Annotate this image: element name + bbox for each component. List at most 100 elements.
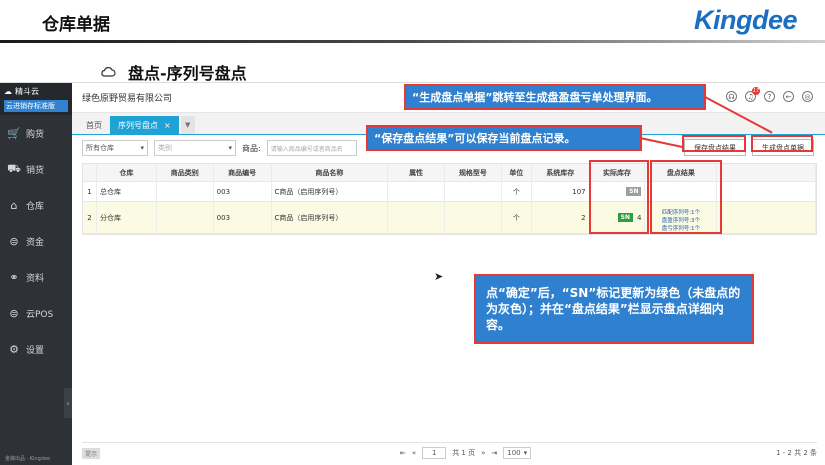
column-header: 商品编号	[214, 164, 272, 181]
sidebar-item-label: 购货	[26, 129, 45, 140]
sidebar-item-label: 设置	[26, 345, 45, 356]
top-toolbar: ☊ ♫ 17 ? ← ◎	[726, 87, 813, 102]
edition-label: 云进销存标准版	[4, 100, 68, 112]
pager-controls: ⇤ « 1 共 1 页 » ⇥ 100 ▾	[400, 447, 532, 459]
sidebar-footer: 金蝶出品 · Kingdee	[5, 456, 51, 462]
warehouse-cell: 总仓库	[97, 182, 157, 201]
last-page-icon[interactable]: ⇥	[491, 449, 497, 457]
headset-icon[interactable]: ☊	[726, 91, 737, 102]
unit-cell: 个	[502, 202, 532, 233]
tab-label: 首页	[86, 120, 102, 130]
cart-icon: 🛒	[7, 126, 21, 140]
row-index: 2	[83, 202, 97, 233]
callout-save: “保存盘点结果”可以保存当前盘点记录。	[366, 125, 642, 151]
gear-icon: ⚙	[9, 342, 19, 356]
name-cell: C商品（启用序列号）	[272, 202, 389, 233]
system-stock-cell: 2	[532, 202, 590, 233]
attr-cell	[388, 202, 446, 233]
category-cell	[157, 202, 214, 233]
warehouse-icon: ⌂	[10, 198, 18, 212]
next-page-icon[interactable]: »	[481, 449, 485, 457]
section-heading: 盘点-序列号盘点	[100, 60, 247, 84]
data-icon: ⚭	[9, 270, 19, 284]
code-cell: 003	[214, 202, 272, 233]
tab-more-dropdown[interactable]: ▼	[180, 116, 195, 134]
chevron-down-icon: ▾	[523, 449, 528, 457]
sidebar-item-funds[interactable]: ⊜ 资金	[0, 223, 72, 259]
category-select[interactable]: 类别 ▾	[154, 140, 236, 156]
unit-cell: 个	[502, 182, 532, 201]
sidebar-item-pos[interactable]: ⊜ 云POS	[0, 295, 72, 331]
column-header: 商品名称	[272, 164, 389, 181]
sidebar-item-label: 销货	[26, 165, 45, 176]
sidebar-item-label: 资金	[26, 237, 45, 248]
callout-confirm: 点“确定”后，“SN”标记更新为绿色（未盘点的为灰色）；并在“盘点结果”栏显示盘…	[474, 274, 754, 344]
sidebar-item-sales[interactable]: ⛟ 销货	[0, 151, 72, 187]
column-filler	[717, 202, 816, 233]
warehouse-cell: 分仓库	[97, 202, 157, 233]
system-stock-cell: 107	[532, 182, 590, 201]
slide-title: 仓库单据	[42, 15, 110, 35]
sidebar-item-warehouse[interactable]: ⌂ 仓库	[0, 187, 72, 223]
column-header: 属性	[388, 164, 446, 181]
slide-header: 仓库单据 Kingdee	[0, 0, 825, 44]
column-header: 仓库	[97, 164, 157, 181]
save-button-highlight	[682, 135, 746, 152]
truck-icon: ⛟	[7, 161, 21, 175]
company-name: 绿色原野贸易有限公司	[82, 94, 173, 104]
back-icon[interactable]: ←	[783, 91, 794, 102]
category-cell	[157, 182, 214, 201]
mouse-cursor-icon: ➤	[434, 270, 444, 283]
goods-search-input[interactable]: 请输入商品编号或者商品名	[266, 140, 357, 156]
result-column-highlight	[650, 160, 722, 234]
column-filler	[717, 182, 816, 201]
generate-button-highlight	[751, 135, 813, 152]
page-input[interactable]: 1	[422, 447, 447, 459]
name-cell: C商品（启用序列号）	[272, 182, 389, 201]
brand-name: 精斗云	[15, 87, 39, 96]
column-header	[83, 164, 97, 181]
money-icon: ⊜	[9, 234, 19, 248]
sidebar: ☁ 精斗云 云进销存标准版 🛒 购货 ⛟ 销货 ⌂ 仓库 ⊜ 资金 ⚭ 资料 ⊜ …	[0, 83, 72, 465]
brand: ☁ 精斗云 云进销存标准版	[0, 83, 72, 115]
sidebar-item-label: 资料	[26, 273, 45, 284]
chevron-down-icon: ▾	[140, 144, 144, 152]
column-header: 商品类别	[157, 164, 214, 181]
sidebar-item-settings[interactable]: ⚙ 设置	[0, 331, 72, 367]
kingdee-logo: Kingdee	[693, 5, 798, 35]
sidebar-item-data[interactable]: ⚭ 资料	[0, 259, 72, 295]
chevron-down-icon: ▾	[228, 144, 232, 152]
column-header: 系统库存	[532, 164, 590, 181]
record-range: 1 - 2 共 2 条	[775, 449, 817, 457]
select-value: 所有仓库	[86, 144, 114, 152]
page-size-value: 100	[507, 449, 521, 457]
row-index: 1	[83, 182, 97, 201]
column-filler	[717, 164, 816, 181]
actual-stock-highlight	[589, 160, 649, 234]
tab-home[interactable]: 首页	[78, 116, 110, 134]
bell-icon[interactable]: ♫ 17	[745, 87, 760, 102]
column-header: 规格型号	[445, 164, 502, 181]
pager: 提示 ⇤ « 1 共 1 页 » ⇥ 100 ▾ 1 - 2 共 2 条	[82, 442, 817, 460]
goods-label: 商品:	[242, 143, 261, 153]
close-icon[interactable]: ×	[164, 121, 171, 130]
prev-page-icon[interactable]: «	[412, 449, 416, 457]
sidebar-item-purchase[interactable]: 🛒 购货	[0, 115, 72, 151]
warehouse-select[interactable]: 所有仓库 ▾	[82, 140, 148, 156]
section-title: 盘点-序列号盘点	[128, 64, 247, 83]
cloud-logo-icon: ☁	[4, 87, 12, 96]
cloud-icon	[101, 67, 116, 77]
spec-cell	[445, 202, 502, 233]
sidebar-item-label: 云POS	[26, 309, 54, 320]
collapse-sidebar-handle[interactable]: ‹	[64, 388, 72, 418]
page-size-select[interactable]: 100 ▾	[503, 447, 532, 459]
first-page-icon[interactable]: ⇤	[400, 449, 406, 457]
callout-generate: “生成盘点单据”跳转至生成盘盈盘亏单处理界面。	[404, 84, 706, 110]
tab-serial-count[interactable]: 序列号盘点 ×	[110, 116, 179, 134]
column-header: 单位	[502, 164, 532, 181]
pos-icon: ⊜	[9, 306, 19, 320]
total-pages: 共 1 页	[452, 449, 476, 457]
settings-icon[interactable]: ◎	[802, 91, 813, 102]
help-icon[interactable]: ?	[764, 91, 775, 102]
sidebar-item-label: 仓库	[26, 201, 45, 212]
